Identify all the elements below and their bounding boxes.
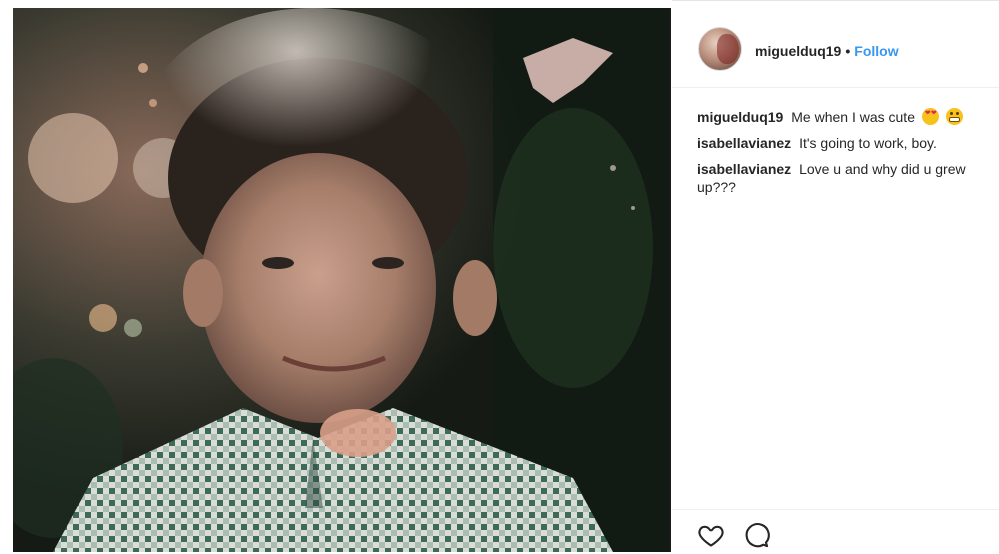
post-actions-bar (672, 509, 999, 554)
post-photo-area (0, 0, 672, 552)
post-author-line: miguelduq19 • Follow (755, 42, 899, 60)
comment-item: miguelduq19 Me when I was cute (697, 108, 987, 126)
comment-username[interactable]: isabellavianez (697, 135, 791, 151)
follow-button[interactable]: Follow (854, 43, 898, 59)
comment-item: isabellavianez Love u and why did u grew… (697, 160, 987, 196)
comment-text: It's going to work, boy. (799, 135, 937, 151)
instagram-post-page: miguelduq19 • Follow miguelduq19 Me when I… (0, 0, 999, 553)
post-photo[interactable] (13, 8, 671, 552)
comments-list: miguelduq19 Me when I was cute isabellav… (697, 108, 987, 204)
comment-username[interactable]: miguelduq19 (697, 109, 783, 125)
heart-eyes-emoji-icon (921, 108, 939, 125)
post-header: miguelduq19 • Follow (672, 1, 999, 88)
speech-bubble-icon[interactable] (742, 521, 770, 549)
heart-outline-icon[interactable] (697, 521, 725, 549)
comment-username[interactable]: isabellavianez (697, 161, 791, 177)
post-sidebar: miguelduq19 • Follow miguelduq19 Me when I… (672, 0, 999, 553)
comment-item: isabellavianez It's going to work, boy. (697, 134, 987, 152)
child-portrait-image (13, 8, 669, 552)
avatar[interactable] (698, 27, 742, 71)
post-author-username[interactable]: miguelduq19 (755, 43, 841, 59)
comment-text: Me when I was cute (791, 109, 915, 125)
grimacing-face-emoji-icon (945, 108, 963, 125)
separator-dot: • (845, 43, 851, 59)
